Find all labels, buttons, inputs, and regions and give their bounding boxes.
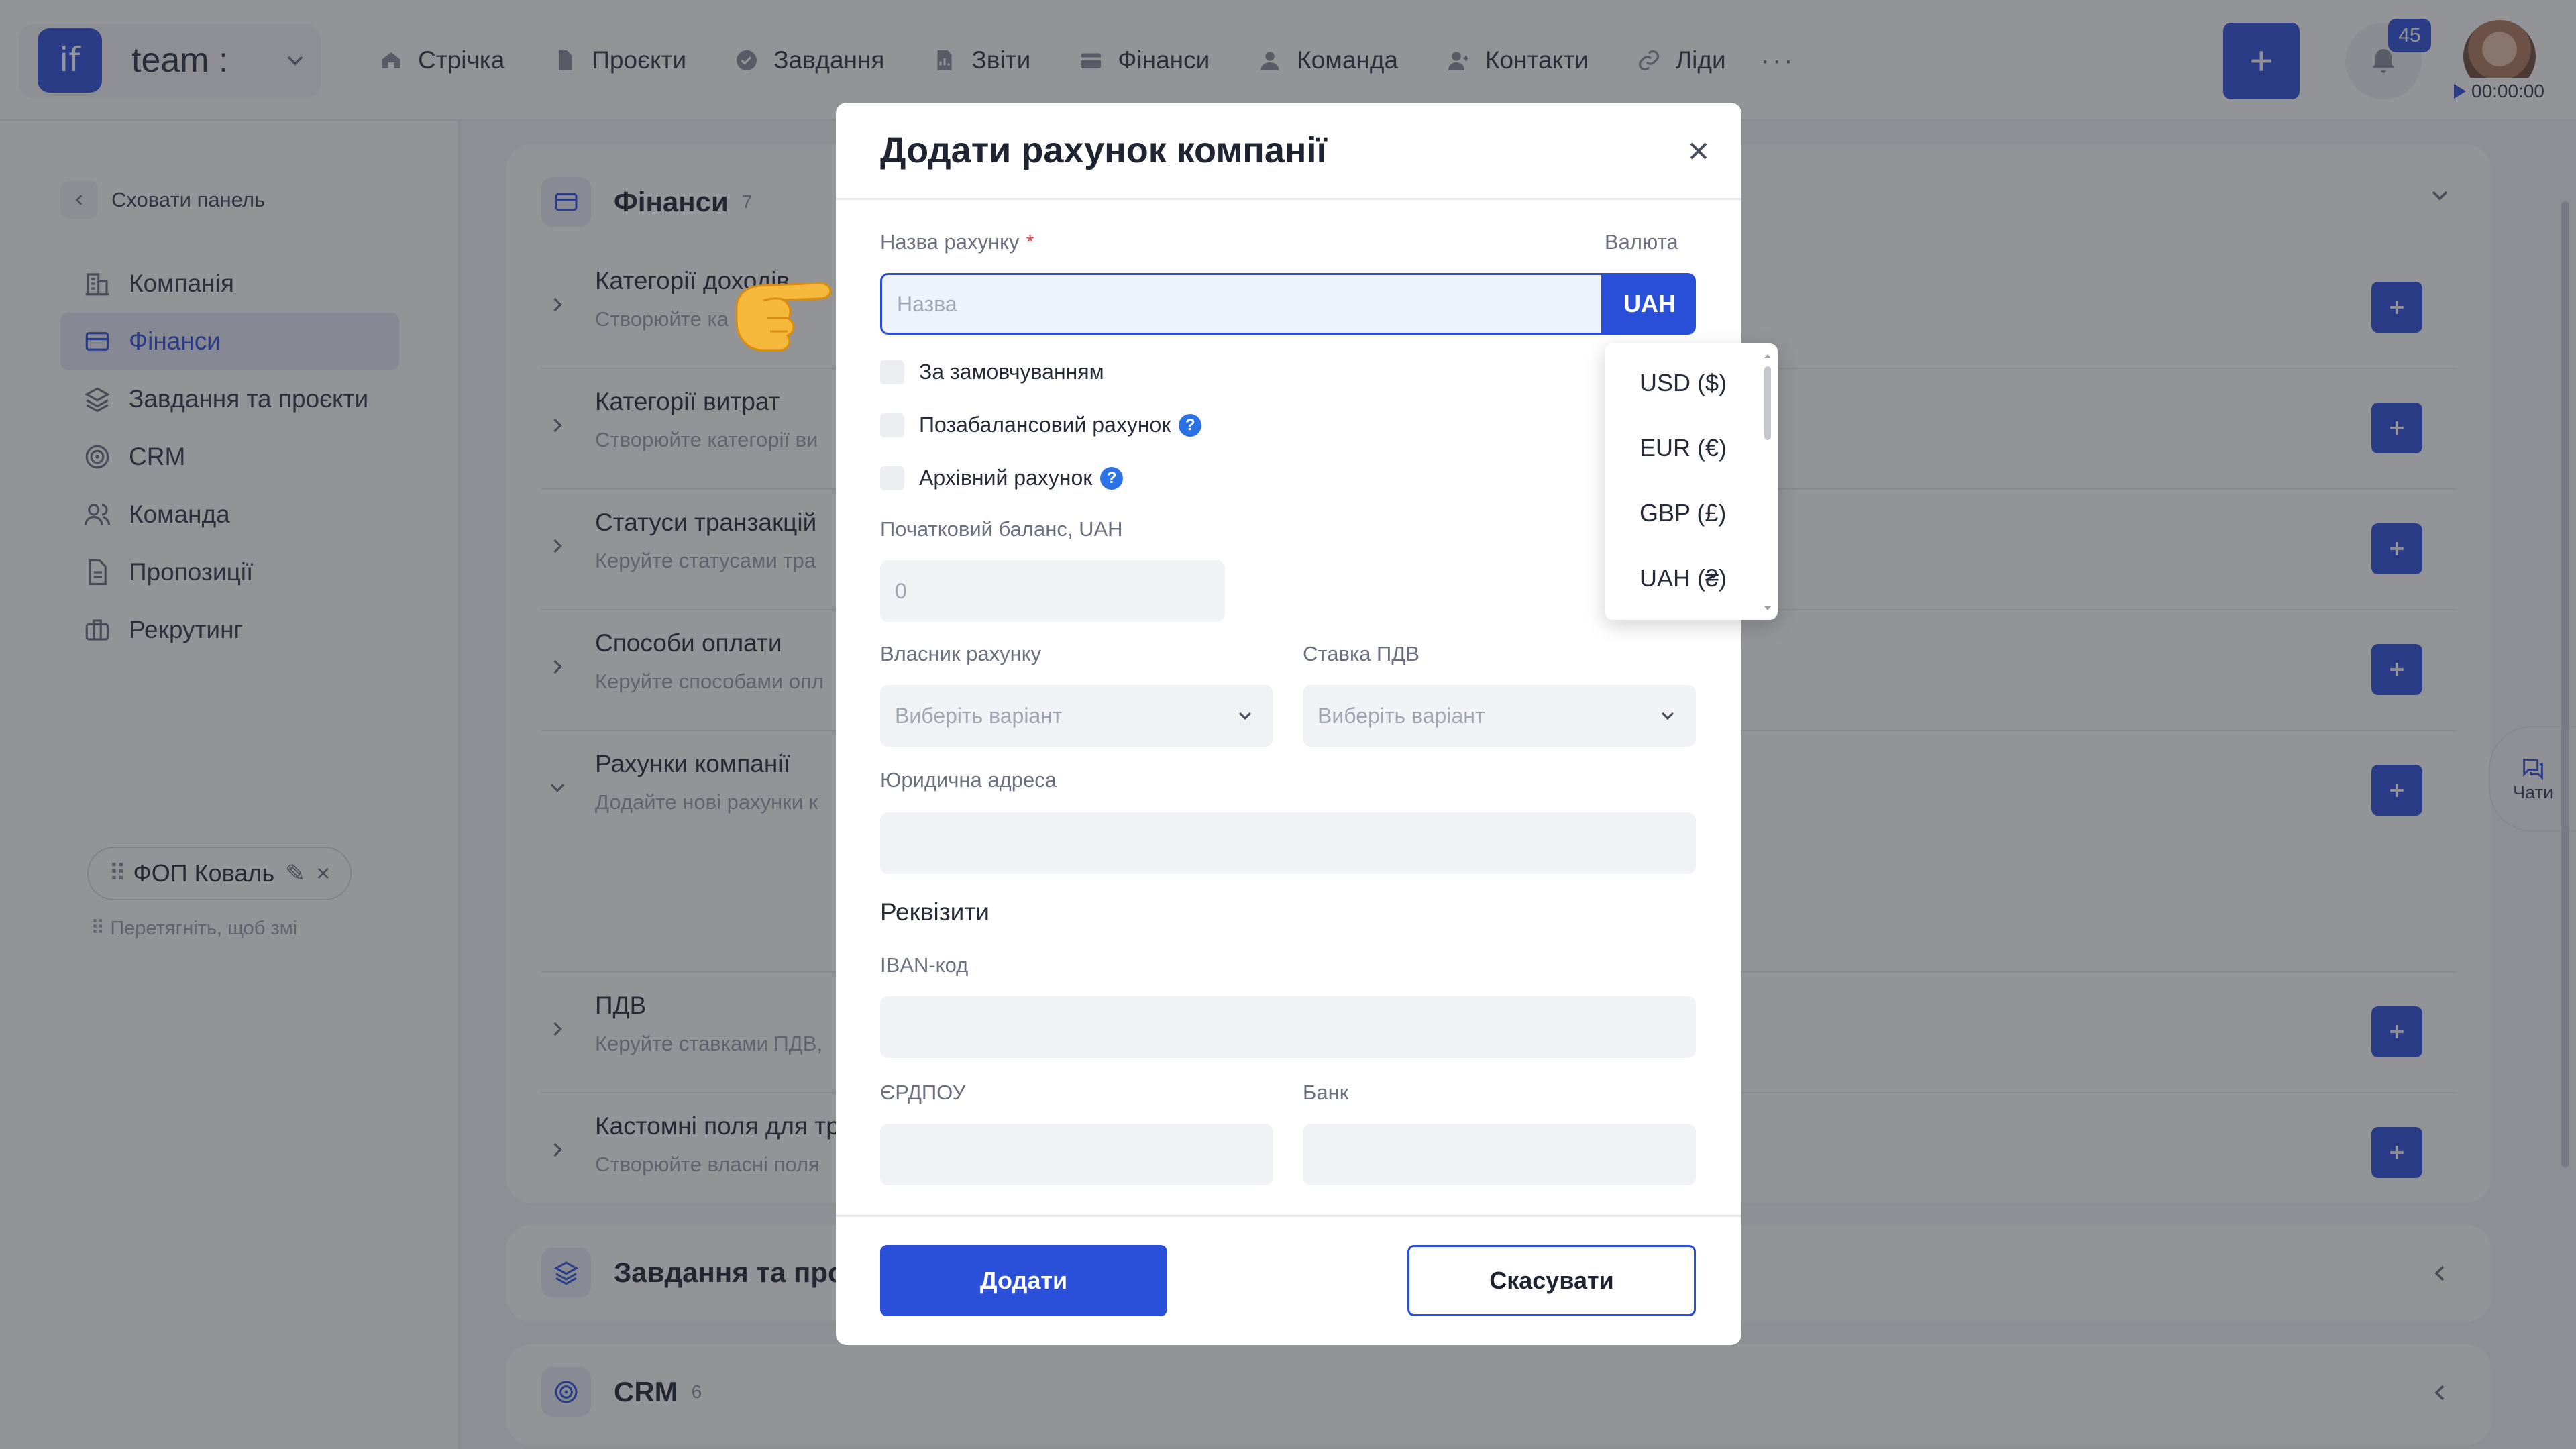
checkbox-box[interactable] xyxy=(880,466,904,490)
address-label: Юридична адреса xyxy=(880,768,1057,792)
currency-option-usd[interactable]: USD ($) xyxy=(1605,350,1778,415)
divider xyxy=(836,1215,1741,1217)
checkbox-off-balance[interactable]: Позабалансовий рахунок? xyxy=(880,413,1202,437)
edrpou-input[interactable] xyxy=(880,1124,1273,1185)
bank-label: Банк xyxy=(1303,1081,1349,1104)
close-icon[interactable] xyxy=(1684,136,1713,166)
currency-option-uah[interactable]: UAH (₴) xyxy=(1605,545,1778,610)
iban-label: IBAN-код xyxy=(880,953,969,977)
divider xyxy=(836,198,1741,200)
bank-input[interactable] xyxy=(1303,1124,1696,1185)
currency-dropdown: USD ($) EUR (€) GBP (£) UAH (₴) xyxy=(1605,343,1778,620)
currency-option-gbp[interactable]: GBP (£) xyxy=(1605,480,1778,545)
iban-input[interactable] xyxy=(880,996,1696,1058)
dialog-title: Додати рахунок компанії xyxy=(880,130,1327,170)
add-account-dialog: Додати рахунок компанії Назва рахунку * В… xyxy=(836,103,1741,1345)
requisites-heading: Реквізити xyxy=(880,898,989,926)
checkbox-default[interactable]: За замовчуванням xyxy=(880,360,1104,384)
balance-input[interactable]: 0 xyxy=(880,560,1225,622)
currency-label: Валюта xyxy=(1605,230,1678,254)
chevron-down-icon xyxy=(1661,712,1674,720)
dropdown-scroll-thumb[interactable] xyxy=(1764,366,1771,440)
currency-select[interactable]: UAH xyxy=(1603,273,1696,335)
chevron-down-icon xyxy=(1238,712,1252,720)
cancel-button[interactable]: Скасувати xyxy=(1407,1245,1696,1316)
vat-select[interactable]: Виберіть варіант xyxy=(1303,685,1696,747)
edrpou-label: ЄРДПОУ xyxy=(880,1081,966,1104)
owner-select[interactable]: Виберіть варіант xyxy=(880,685,1273,747)
checkbox-box[interactable] xyxy=(880,360,904,384)
pointing-hand-icon xyxy=(735,282,832,352)
balance-label: Початковий баланс, UAH xyxy=(880,517,1123,541)
address-input[interactable] xyxy=(880,812,1696,874)
account-name-input[interactable]: Назва xyxy=(880,273,1603,335)
checkbox-archive[interactable]: Архівний рахунок? xyxy=(880,466,1124,490)
owner-label: Власник рахунку xyxy=(880,642,1042,665)
help-icon[interactable]: ? xyxy=(1179,413,1202,437)
vat-label: Ставка ПДВ xyxy=(1303,642,1419,665)
help-icon[interactable]: ? xyxy=(1100,466,1124,490)
checkbox-box[interactable] xyxy=(880,413,904,437)
currency-option-eur[interactable]: EUR (€) xyxy=(1605,415,1778,480)
add-button[interactable]: Додати xyxy=(880,1245,1167,1316)
account-name-label: Назва рахунку * xyxy=(880,230,1034,254)
